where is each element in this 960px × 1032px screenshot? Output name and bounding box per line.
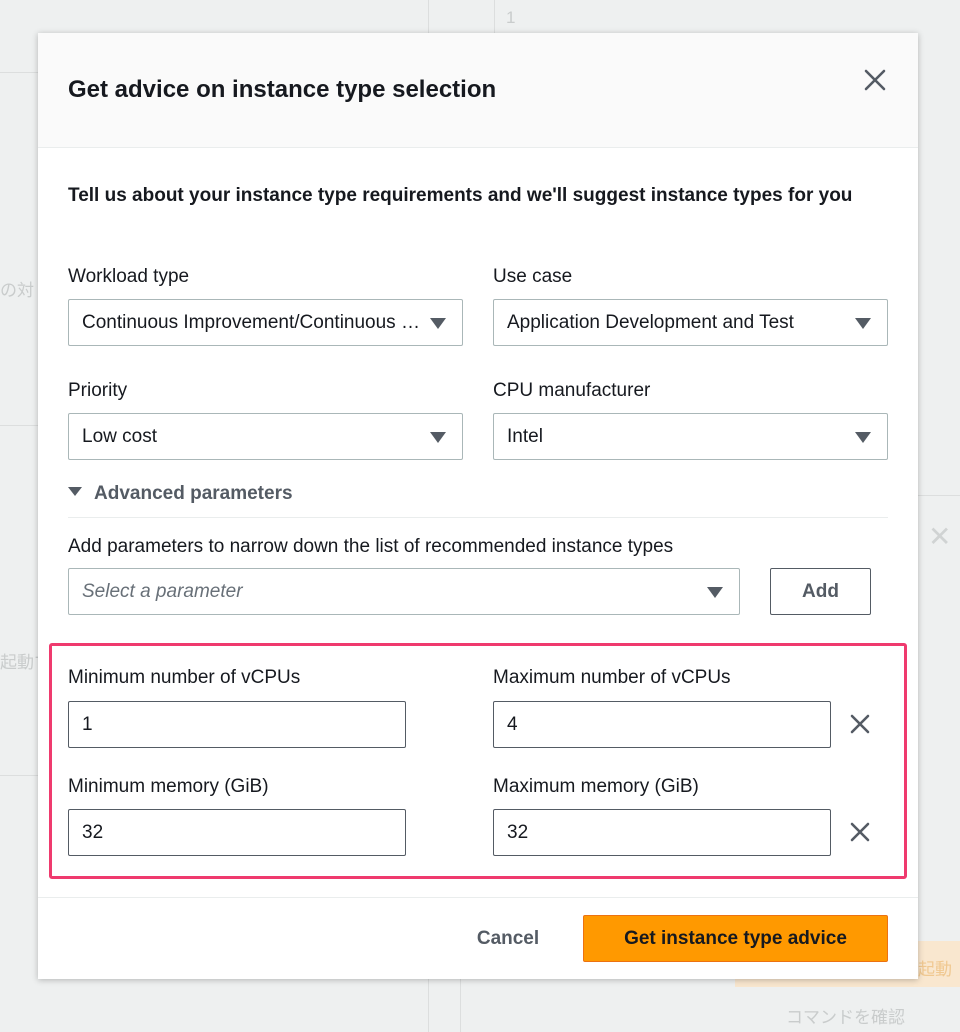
max-memory-input[interactable]: [493, 809, 831, 856]
bg-text-fragment: の対: [0, 281, 34, 300]
bg-text-fragment: 起動す: [0, 653, 38, 672]
advanced-parameters-toggle[interactable]: Advanced parameters: [68, 483, 293, 509]
caret-down-icon: [707, 587, 723, 598]
bg-button-label: 起動: [918, 960, 952, 979]
caret-down-icon: [68, 487, 82, 497]
remove-icon: [850, 822, 870, 842]
workload-type-value: Continuous Improvement/Continuous Delive…: [82, 312, 427, 333]
section-divider: [68, 517, 888, 518]
caret-down-icon: [430, 432, 446, 443]
use-case-select[interactable]: Application Development and Test: [493, 299, 888, 346]
cancel-button[interactable]: Cancel: [458, 915, 558, 962]
caret-down-icon: [855, 432, 871, 443]
use-case-label: Use case: [493, 266, 573, 287]
parameter-select-placeholder: Select a parameter: [82, 581, 243, 602]
instance-advice-modal: Get advice on instance type selection Te…: [38, 33, 918, 979]
remove-vcpus-button[interactable]: [848, 712, 872, 736]
max-memory-label: Maximum memory (GiB): [493, 776, 699, 797]
bg-divider: [918, 495, 960, 496]
priority-value: Low cost: [82, 426, 157, 447]
priority-label: Priority: [68, 380, 128, 401]
bg-link: コマンドを確認: [786, 1008, 905, 1027]
workload-type-label: Workload type: [68, 266, 190, 287]
advanced-description: Add parameters to narrow down the list o…: [68, 536, 674, 557]
use-case-value: Application Development and Test: [507, 312, 794, 333]
max-vcpus-label: Maximum number of vCPUs: [493, 667, 731, 688]
add-parameter-button[interactable]: Add: [770, 568, 871, 615]
cpu-manufacturer-select[interactable]: Intel: [493, 413, 888, 460]
min-memory-label: Minimum memory (GiB): [68, 776, 269, 797]
bg-divider: [0, 775, 38, 776]
caret-down-icon: [430, 318, 446, 329]
footer-divider: [38, 897, 918, 898]
bg-divider: [428, 0, 429, 33]
close-icon: [864, 69, 886, 91]
bg-divider: [494, 0, 495, 33]
parameter-select[interactable]: Select a parameter: [68, 568, 740, 615]
get-advice-button[interactable]: Get instance type advice: [583, 915, 888, 962]
close-button[interactable]: [862, 67, 888, 93]
cpu-manufacturer-label: CPU manufacturer: [493, 380, 651, 401]
min-memory-input[interactable]: [68, 809, 406, 856]
bg-divider: [0, 425, 38, 426]
bg-divider: [0, 72, 38, 73]
workload-type-select[interactable]: Continuous Improvement/Continuous Delive…: [68, 299, 463, 346]
bg-close-icon: ✕: [928, 521, 952, 552]
priority-select[interactable]: Low cost: [68, 413, 463, 460]
min-vcpus-input[interactable]: [68, 701, 406, 748]
caret-down-icon: [855, 318, 871, 329]
cpu-manufacturer-value: Intel: [507, 426, 543, 447]
bg-cell-text: 1: [506, 8, 516, 27]
bg-divider: [428, 979, 429, 1032]
max-vcpus-input[interactable]: [493, 701, 831, 748]
min-vcpus-label: Minimum number of vCPUs: [68, 667, 301, 688]
modal-header: Get advice on instance type selection: [38, 33, 918, 148]
advanced-parameters-label: Advanced parameters: [94, 483, 293, 504]
remove-icon: [850, 714, 870, 734]
intro-text: Tell us about your instance type require…: [68, 185, 853, 206]
modal-title: Get advice on instance type selection: [68, 76, 497, 103]
bg-divider: [460, 979, 461, 1032]
remove-memory-button[interactable]: [848, 820, 872, 844]
